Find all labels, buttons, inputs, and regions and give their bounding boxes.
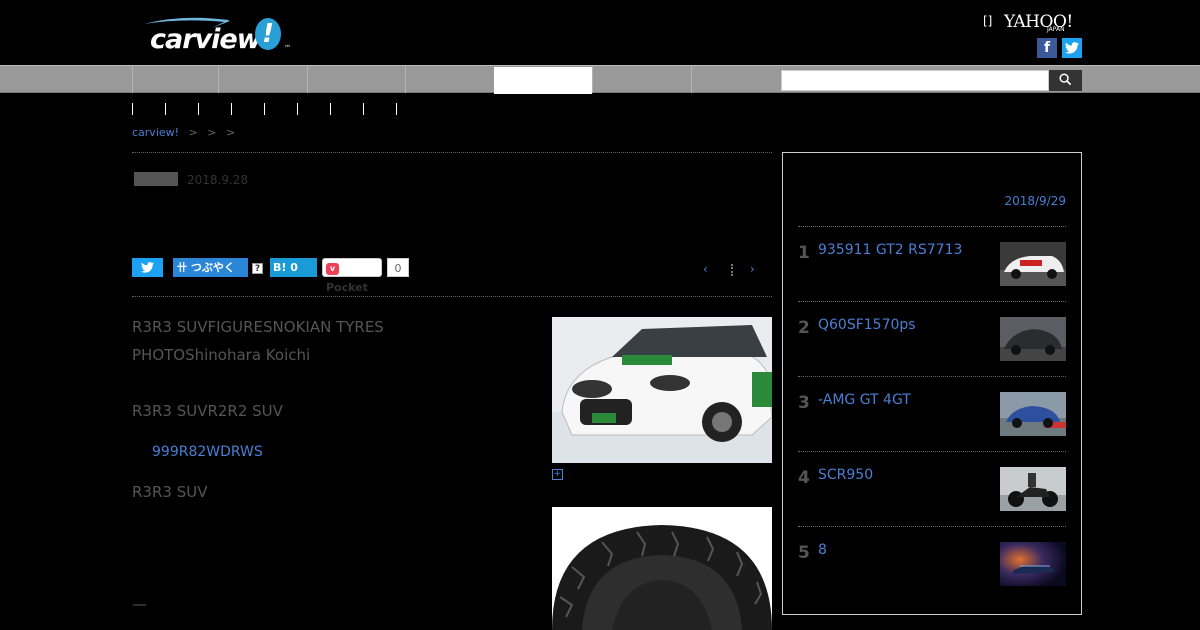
ranking-item[interactable]: 2 Q60SF1570ps — [798, 301, 1066, 376]
article-dash: — — [132, 595, 147, 613]
logo-tm: ™ — [284, 44, 291, 52]
share-twitter-button[interactable] — [132, 258, 163, 277]
rank-title[interactable]: -AMG GT 4GT — [818, 392, 911, 408]
motorcycle-thumbnail — [1000, 467, 1066, 511]
breadcrumb-sep: > — [188, 126, 198, 139]
tsubuyaku-icon: 卄 — [177, 263, 187, 274]
race-car-thumbnail — [1000, 242, 1066, 286]
article-paragraph: R3R3 SUVR2R2 SUV — [132, 402, 283, 420]
subnav-item-6[interactable] — [297, 103, 298, 115]
carview-logo[interactable]: carview ! ™ — [138, 8, 298, 56]
article-photo-car[interactable] — [552, 317, 772, 463]
share-pocket-button[interactable]: v Pocket — [322, 258, 382, 294]
subnav-item-2[interactable] — [165, 103, 166, 115]
nav-tab-7[interactable] — [691, 66, 781, 93]
logo-bang: ! — [255, 18, 281, 50]
category-badge[interactable] — [134, 172, 178, 186]
rank-thumbnail[interactable] — [1000, 242, 1066, 286]
header-bracket: [] — [983, 14, 993, 28]
rank-title[interactable]: 935911 GT2 RS7713 — [818, 242, 962, 258]
nav-tab-active[interactable] — [494, 67, 592, 94]
breadcrumb-home[interactable]: carview! — [132, 126, 179, 139]
breadcrumb-sep: > — [207, 126, 217, 139]
coupe-thumbnail — [1000, 317, 1066, 361]
article-paragraph: PHOTOShinohara Koichi — [132, 346, 311, 364]
nav-tab-4[interactable] — [405, 66, 494, 93]
twitter-bird-icon — [1065, 42, 1079, 54]
twitter-bird-icon — [141, 262, 154, 273]
rank-number: 5 — [798, 543, 810, 563]
ranking-item[interactable]: 5 8 — [798, 526, 1066, 601]
logo-word: carview — [150, 24, 262, 55]
search-input[interactable] — [781, 70, 1049, 91]
main-nav — [0, 65, 1200, 94]
article-date: 2018.9.28 — [187, 173, 249, 187]
rank-thumbnail[interactable] — [1000, 467, 1066, 511]
tsubuyaku-label: つぶやく — [190, 261, 235, 274]
rank-title[interactable]: SCR950 — [818, 467, 873, 483]
divider — [132, 152, 772, 153]
subnav-item-8[interactable] — [363, 103, 364, 115]
pocket-count: 0 — [387, 258, 409, 277]
facebook-icon[interactable]: f — [1037, 38, 1057, 58]
pocket-label: Pocket — [326, 281, 368, 294]
article-photo-tire[interactable] — [552, 507, 772, 630]
share-hatena-button[interactable]: B! 0 — [270, 258, 317, 277]
nav-tab-2[interactable] — [218, 66, 307, 93]
article-paragraph: R3R3 SUVFIGURESNOKIAN TYRES — [132, 318, 384, 336]
share-tsubuyaku-button[interactable]: 卄 つぶやく — [173, 258, 248, 277]
ranking-sidebar: 2018/9/29 1 935911 GT2 RS7713 2 Q60SF157… — [782, 152, 1082, 615]
subnav-item-7[interactable] — [330, 103, 331, 115]
prev-arrow-icon[interactable]: ‹ — [703, 262, 708, 276]
pocket-icon: v — [326, 263, 339, 275]
ranking-item[interactable]: 1 935911 GT2 RS7713 — [798, 226, 1066, 301]
rank-number: 2 — [798, 318, 810, 338]
rank-thumbnail[interactable] — [1000, 317, 1066, 361]
divider — [132, 296, 772, 297]
ranking-item[interactable]: 4 SCR950 — [798, 451, 1066, 526]
amg-thumbnail — [1000, 392, 1066, 436]
rank-thumbnail[interactable] — [1000, 542, 1066, 586]
subnav-item-9[interactable] — [396, 103, 397, 115]
breadcrumb-sep: > — [226, 126, 236, 139]
rank-title[interactable]: Q60SF1570ps — [818, 317, 916, 333]
twitter-icon[interactable] — [1062, 38, 1082, 58]
rank-number: 3 — [798, 393, 810, 413]
pager-divider — [731, 264, 733, 276]
yahoo-japan-sub: JAPAN — [1047, 26, 1065, 33]
rank-thumbnail[interactable] — [1000, 392, 1066, 436]
search-icon — [1059, 72, 1072, 85]
ranking-item[interactable]: 3 -AMG GT 4GT — [798, 376, 1066, 451]
next-arrow-icon[interactable]: › — [750, 262, 755, 276]
article-paragraph: R3R3 SUV — [132, 483, 208, 501]
site-header: carview ! ™ [] YAHOO! JAPAN f — [0, 0, 1200, 65]
subnav-item-5[interactable] — [264, 103, 265, 115]
rank-number: 1 — [798, 243, 810, 263]
concept-car-thumbnail — [1000, 542, 1066, 586]
nav-tab-6[interactable] — [592, 66, 691, 93]
search-button[interactable] — [1049, 70, 1082, 91]
zoom-icon[interactable]: + — [552, 469, 563, 480]
subnav-item-4[interactable] — [231, 103, 232, 115]
rank-number: 4 — [798, 468, 810, 488]
car-photo-image — [552, 317, 772, 463]
rank-title[interactable]: 8 — [818, 542, 827, 558]
subnav-item-3[interactable] — [198, 103, 199, 115]
subnav-item-1[interactable] — [132, 103, 133, 115]
ranking-date: 2018/9/29 — [1004, 194, 1066, 208]
nav-tab-3[interactable] — [307, 66, 405, 93]
tire-photo-image — [552, 507, 772, 630]
article-link[interactable]: 999R82WDRWS — [152, 444, 263, 460]
nav-tab-1[interactable] — [132, 66, 218, 93]
help-icon[interactable]: ? — [252, 263, 263, 274]
breadcrumb: carview! > > > — [132, 126, 235, 139]
